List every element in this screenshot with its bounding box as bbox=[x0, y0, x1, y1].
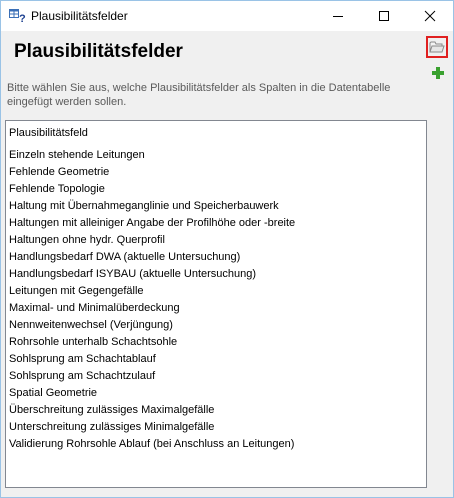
list-item[interactable]: Nennweitenwechsel (Verjüngung) bbox=[9, 317, 295, 334]
list-item[interactable]: Haltung mit Übernahmeganglinie und Speic… bbox=[9, 198, 295, 215]
table-question-icon: ? bbox=[9, 9, 27, 25]
list-item[interactable]: Einzeln stehende Leitungen bbox=[9, 147, 295, 164]
list-item[interactable]: Leitungen mit Gegengefälle bbox=[9, 283, 295, 300]
folder-open-icon bbox=[429, 41, 445, 53]
title-bar[interactable]: ? Plausibilitätsfelder bbox=[1, 1, 453, 31]
list-item[interactable]: Fehlende Topologie bbox=[9, 181, 295, 198]
list-item[interactable]: Sohlsprung am Schachtablauf bbox=[9, 351, 295, 368]
maximize-button[interactable] bbox=[361, 1, 407, 31]
dialog-window: ? Plausibilitätsfelder Plausibilitätsfel… bbox=[0, 0, 454, 498]
add-button[interactable] bbox=[428, 63, 448, 83]
svg-text:?: ? bbox=[19, 13, 26, 23]
minimize-button[interactable] bbox=[315, 1, 361, 31]
minimize-icon bbox=[333, 16, 343, 17]
list-header: Plausibilitätsfeld bbox=[9, 127, 88, 139]
list-item[interactable]: Maximal- und Minimalüberdeckung bbox=[9, 300, 295, 317]
maximize-icon bbox=[379, 11, 389, 21]
list-items: Einzeln stehende Leitungen Fehlende Geom… bbox=[9, 147, 295, 453]
list-item[interactable]: Sohlsprung am Schachtzulauf bbox=[9, 368, 295, 385]
field-list[interactable]: Plausibilitätsfeld Einzeln stehende Leit… bbox=[5, 120, 427, 488]
green-plus-icon bbox=[432, 67, 444, 79]
page-title: Plausibilitätsfelder bbox=[14, 41, 183, 62]
list-item[interactable]: Unterschreitung zulässiges Minimalgefäll… bbox=[9, 419, 295, 436]
open-file-button[interactable] bbox=[426, 36, 448, 58]
list-item[interactable]: Haltungen mit alleiniger Angabe der Prof… bbox=[9, 215, 295, 232]
list-item[interactable]: Überschreitung zulässiges Maximalgefälle bbox=[9, 402, 295, 419]
list-item[interactable]: Rohrsohle unterhalb Schachtsohle bbox=[9, 334, 295, 351]
description-text: Bitte wählen Sie aus, welche Plausibilit… bbox=[7, 82, 391, 108]
list-item[interactable]: Validierung Rohrsohle Ablauf (bei Anschl… bbox=[9, 436, 295, 453]
list-item[interactable]: Handlungsbedarf DWA (aktuelle Untersuchu… bbox=[9, 249, 295, 266]
list-item[interactable]: Fehlende Geometrie bbox=[9, 164, 295, 181]
window-title: Plausibilitätsfelder bbox=[31, 9, 128, 23]
list-item[interactable]: Spatial Geometrie bbox=[9, 385, 295, 402]
list-item[interactable]: Handlungsbedarf ISYBAU (aktuelle Untersu… bbox=[9, 266, 295, 283]
close-button[interactable] bbox=[407, 1, 453, 31]
list-item[interactable]: Haltungen ohne hydr. Querprofil bbox=[9, 232, 295, 249]
close-icon bbox=[424, 10, 436, 22]
